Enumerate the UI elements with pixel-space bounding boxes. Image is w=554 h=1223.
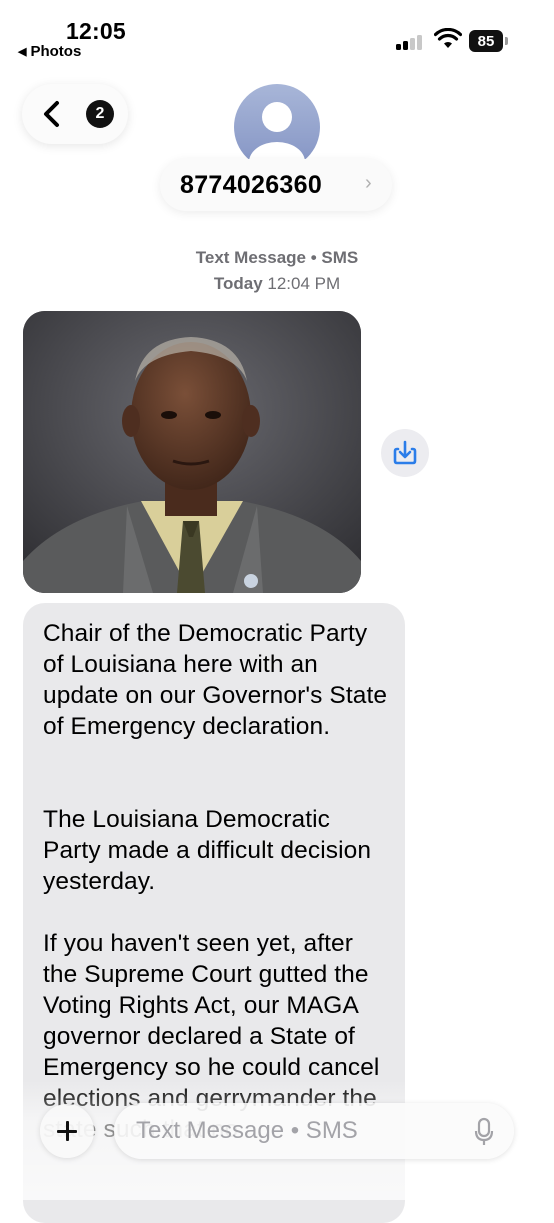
add-attachment-button[interactable]	[40, 1104, 94, 1158]
contact-name: 8774026360	[180, 171, 323, 199]
back-arrow-icon: ◀	[18, 46, 27, 58]
timestamp-time: 12:04 PM	[267, 274, 341, 293]
unread-count-badge: 2	[86, 100, 114, 128]
portrait-photo	[23, 311, 361, 593]
contact-info-button[interactable]: 8774026360 ›	[160, 159, 392, 211]
message-paragraph: The Louisiana Democratic Party made a di…	[43, 806, 372, 895]
message-input-placeholder: Text Message • SMS	[136, 1117, 358, 1144]
save-image-icon	[393, 440, 417, 465]
battery-icon: 85	[469, 30, 503, 52]
message-timestamp: Today 12:04 PM	[0, 274, 554, 294]
timestamp-day: Today	[213, 274, 263, 293]
status-time: 12:05	[66, 18, 126, 44]
battery-cap	[505, 37, 508, 45]
wifi-icon	[434, 28, 462, 48]
save-image-button[interactable]	[381, 429, 429, 477]
chevron-right-icon: ›	[365, 172, 372, 194]
message-service-label: Text Message • SMS	[195, 248, 359, 267]
battery-level: 85	[477, 32, 495, 50]
chevron-left-icon	[44, 101, 59, 127]
back-button[interactable]: 2	[22, 84, 128, 144]
back-app-label: Photos	[30, 43, 82, 60]
message-input[interactable]: Text Message • SMS	[114, 1103, 514, 1159]
image-attachment[interactable]	[23, 311, 361, 593]
back-to-app-link[interactable]: ◀ Photos	[18, 43, 81, 60]
person-avatar-icon	[249, 102, 305, 170]
message-paragraph: Chair of the Democratic Party of Louisia…	[43, 620, 388, 740]
contact-avatar[interactable]	[234, 84, 320, 170]
microphone-icon[interactable]	[474, 1117, 494, 1147]
signal-icon	[396, 33, 424, 50]
